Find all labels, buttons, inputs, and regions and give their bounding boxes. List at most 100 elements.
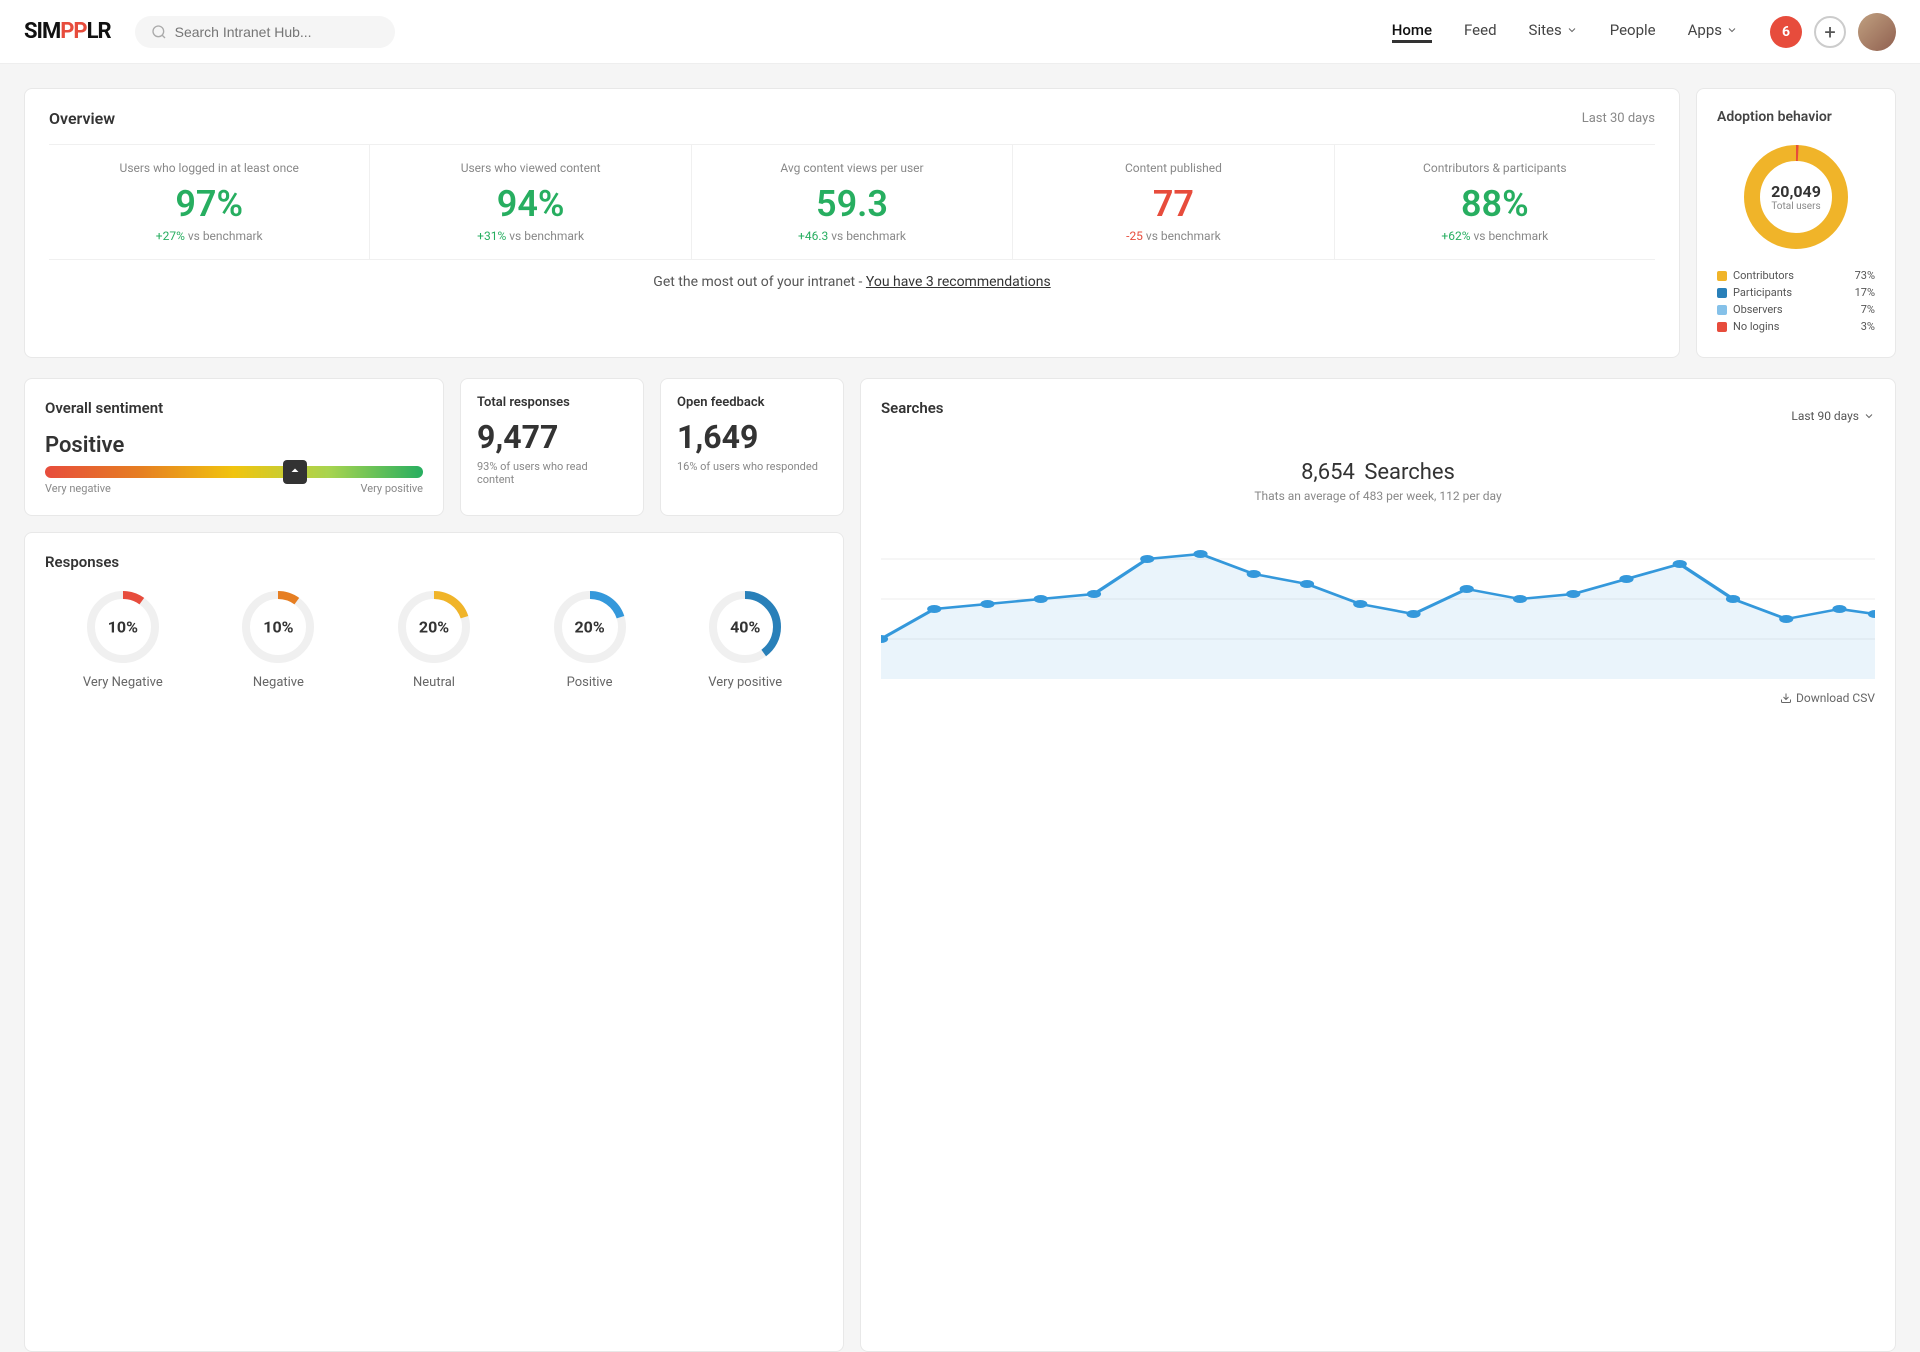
donut-neutral: 20% Neutral	[394, 587, 474, 690]
search-input[interactable]	[175, 24, 375, 40]
chevron-down-icon	[1863, 410, 1875, 422]
donut-total-label: Total users	[1771, 201, 1821, 212]
donut-very-negative: 10% Very Negative	[83, 587, 163, 690]
stat-bench-1: +31% vs benchmark	[382, 229, 678, 243]
total-responses-sub: 93% of users who read content	[477, 460, 627, 486]
overview-card: Overview Last 30 days Users who logged i…	[24, 88, 1680, 358]
open-feedback-sub: 16% of users who responded	[677, 460, 827, 473]
searches-title: Searches	[881, 399, 944, 417]
overview-wrapper: Overview Last 30 days Users who logged i…	[24, 88, 1896, 358]
donut-label-0: Very Negative	[83, 675, 163, 690]
nav-actions: 6 +	[1770, 13, 1896, 51]
searches-sub: Thats an average of 483 per week, 112 pe…	[881, 489, 1875, 503]
legend-contributors: Contributors 73%	[1717, 269, 1875, 282]
nav-people[interactable]: People	[1610, 21, 1656, 43]
open-feedback-value: 1,649	[677, 418, 827, 456]
sentiment-card: Overall sentiment Positive Very negative…	[24, 378, 444, 516]
sentiment-bar	[45, 466, 423, 478]
stat-content-published: Content published 77 -25 vs benchmark	[1013, 145, 1334, 259]
donut-val-0: 10%	[108, 618, 138, 637]
nav-feed[interactable]: Feed	[1464, 21, 1497, 43]
stat-value-4: 88%	[1347, 183, 1643, 225]
logo: SIMPPLR	[24, 19, 111, 44]
searches-count: 8,654 Searches	[881, 445, 1875, 489]
add-button[interactable]: +	[1814, 16, 1846, 48]
donut-label-1: Negative	[238, 675, 318, 690]
donut-val-3: 20%	[574, 618, 604, 637]
stat-label-3: Content published	[1025, 161, 1321, 175]
adoption-title: Adoption behavior	[1717, 109, 1875, 125]
overview-header: Overview Last 30 days	[49, 109, 1655, 128]
legend-observers: Observers 7%	[1717, 303, 1875, 316]
adoption-card: Adoption behavior 20,049 Total users	[1696, 88, 1896, 358]
donut-label-4: Very positive	[705, 675, 785, 690]
total-responses-title: Total responses	[477, 395, 627, 410]
stat-logged-in: Users who logged in at least once 97% +2…	[49, 145, 370, 259]
legend-participants: Participants 17%	[1717, 286, 1875, 299]
overview-title: Overview	[49, 109, 115, 128]
total-responses-card: Total responses 9,477 93% of users who r…	[460, 378, 644, 516]
donut-center: 20,049 Total users	[1771, 182, 1821, 212]
stat-label-1: Users who viewed content	[382, 161, 678, 175]
overview-period: Last 30 days	[1582, 111, 1655, 126]
open-feedback-title: Open feedback	[677, 395, 827, 410]
recommendations-link[interactable]: You have 3 recommendations	[866, 274, 1051, 290]
download-icon	[1780, 692, 1792, 704]
sentiment-title: Overall sentiment	[45, 399, 423, 417]
searches-period-select[interactable]: Last 90 days	[1791, 409, 1875, 423]
donut-positive: 20% Positive	[550, 587, 630, 690]
open-feedback-card: Open feedback 1,649 16% of users who res…	[660, 378, 844, 516]
navbar: SIMPPLR Home Feed Sites People Apps 6 +	[0, 0, 1920, 64]
responses-section: Responses 10% Very Negative	[24, 532, 844, 1352]
stats-row: Users who logged in at least once 97% +2…	[49, 144, 1655, 259]
donut-val-2: 20%	[419, 618, 449, 637]
nav-links: Home Feed Sites People Apps	[1392, 21, 1738, 43]
nav-apps[interactable]: Apps	[1688, 21, 1738, 43]
sentiment-arrow	[283, 460, 307, 484]
main-content: Overview Last 30 days Users who logged i…	[0, 64, 1920, 1352]
combined-bottom: Overall sentiment Positive Very negative…	[24, 378, 1896, 1352]
stat-label-4: Contributors & participants	[1347, 161, 1643, 175]
donut-total-num: 20,049	[1771, 182, 1821, 201]
donut-label-3: Positive	[550, 675, 630, 690]
adoption-legend: Contributors 73% Participants 17% Observ…	[1717, 269, 1875, 333]
avatar[interactable]	[1858, 13, 1896, 51]
donut-very-positive: 40% Very positive	[705, 587, 785, 690]
searches-header: Searches Last 90 days	[881, 399, 1875, 433]
stat-value-1: 94%	[382, 183, 678, 225]
donut-negative: 10% Negative	[238, 587, 318, 690]
stat-avg-views: Avg content views per user 59.3 +46.3 vs…	[692, 145, 1013, 259]
notification-badge[interactable]: 6	[1770, 16, 1802, 48]
stat-contributors: Contributors & participants 88% +62% vs …	[1335, 145, 1655, 259]
chevron-down-icon	[1726, 24, 1738, 36]
search-icon	[151, 24, 167, 40]
nav-home[interactable]: Home	[1392, 21, 1432, 43]
donut-label-2: Neutral	[394, 675, 474, 690]
responses-title: Responses	[45, 553, 823, 571]
stat-viewed: Users who viewed content 94% +31% vs ben…	[370, 145, 691, 259]
sentiment-row: Overall sentiment Positive Very negative…	[24, 378, 844, 516]
download-csv-button[interactable]: Download CSV	[881, 691, 1875, 705]
avatar-image	[1858, 13, 1896, 51]
stat-bench-4: +62% vs benchmark	[1347, 229, 1643, 243]
search-bar[interactable]	[135, 16, 395, 48]
donut-val-1: 10%	[263, 618, 293, 637]
adoption-donut: 20,049 Total users	[1736, 137, 1856, 257]
nav-sites[interactable]: Sites	[1529, 21, 1578, 43]
chevron-down-icon	[1566, 24, 1578, 36]
stat-value-2: 59.3	[704, 183, 1000, 225]
stat-bench-3: -25 vs benchmark	[1025, 229, 1321, 243]
recommendation-banner: Get the most out of your intranet - You …	[49, 259, 1655, 304]
searches-line-chart	[881, 519, 1875, 679]
searches-card: Searches Last 90 days 8,654 Searches Tha…	[860, 378, 1896, 1352]
stat-label-0: Users who logged in at least once	[61, 161, 357, 175]
donut-val-4: 40%	[730, 618, 760, 637]
stat-value-3: 77	[1025, 183, 1321, 225]
stat-label-2: Avg content views per user	[704, 161, 1000, 175]
sentiment-label: Positive	[45, 433, 423, 458]
stat-value-0: 97%	[61, 183, 357, 225]
sentiment-axis-labels: Very negative Very positive	[45, 482, 423, 495]
responses-donuts: 10% Very Negative 10% Neg	[45, 587, 823, 690]
legend-no-logins: No logins 3%	[1717, 320, 1875, 333]
stat-bench-0: +27% vs benchmark	[61, 229, 357, 243]
